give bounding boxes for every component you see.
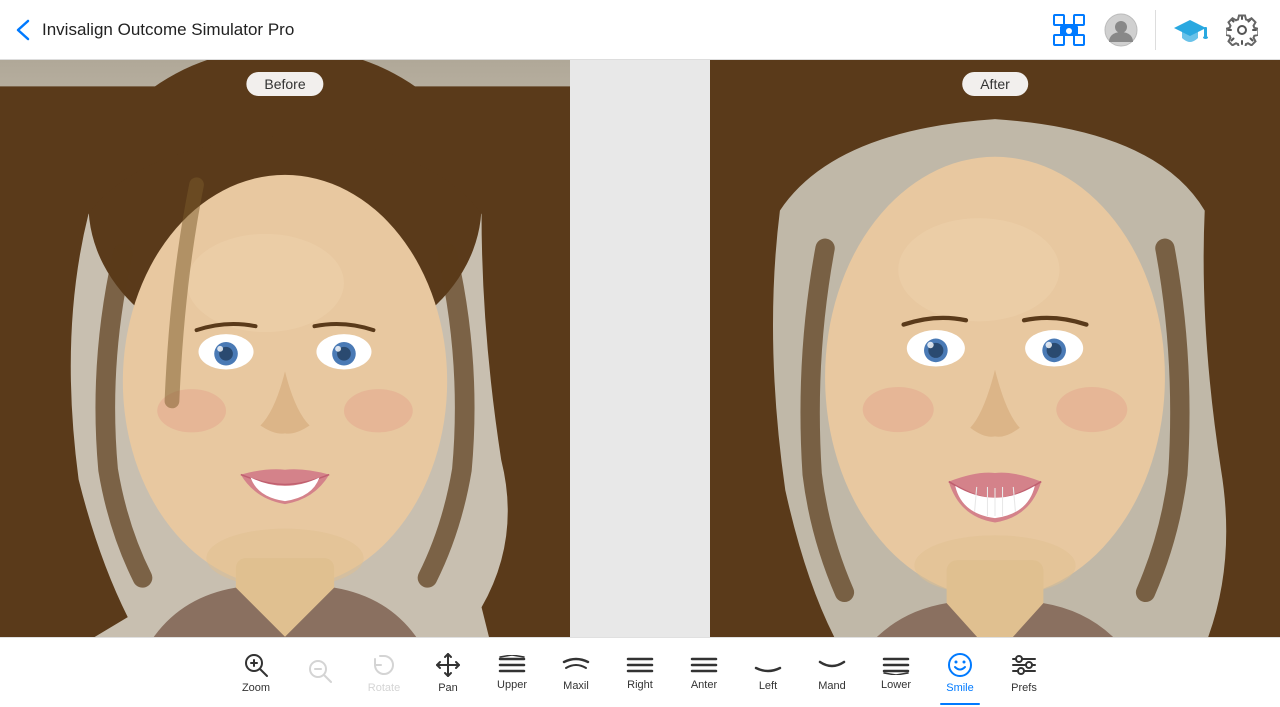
tool-right[interactable]: Right [608, 641, 672, 705]
right-icon [626, 655, 654, 675]
before-panel: Before [0, 60, 570, 637]
header-divider [1155, 10, 1156, 50]
pan-icon [435, 652, 461, 678]
zoom-plus-label: Zoom [242, 682, 270, 694]
lower-icon [882, 655, 910, 675]
rotate-icon [371, 652, 397, 678]
left-label: Left [759, 680, 777, 692]
camera-button[interactable] [1047, 8, 1091, 52]
main-content: Before [0, 60, 1280, 637]
prefs-icon [1011, 652, 1037, 678]
tool-maxil[interactable]: Maxil [544, 641, 608, 705]
tool-pan[interactable]: Pan [416, 641, 480, 705]
tool-lower[interactable]: Lower [864, 641, 928, 705]
tool-left[interactable]: Left [736, 641, 800, 705]
app-header: Invisalign Outcome Simulator Pro [0, 0, 1280, 60]
upper-icon [498, 655, 526, 675]
profile-button[interactable] [1099, 8, 1143, 52]
before-label: Before [246, 72, 323, 96]
back-button[interactable] [16, 19, 30, 41]
tool-mand[interactable]: Mand [800, 641, 864, 705]
center-gap [570, 60, 710, 637]
smile-label: Smile [946, 682, 974, 694]
tool-zoom-plus[interactable]: Zoom [224, 641, 288, 705]
smile-icon [947, 652, 973, 678]
tool-anter[interactable]: Anter [672, 641, 736, 705]
rotate-label: Rotate [368, 682, 400, 694]
left-icon [754, 654, 782, 676]
prefs-label: Prefs [1011, 682, 1037, 694]
tool-upper[interactable]: Upper [480, 641, 544, 705]
right-label: Right [627, 679, 653, 691]
mand-icon [818, 654, 846, 676]
after-panel: After [710, 60, 1280, 637]
tool-zoom-minus[interactable] [288, 641, 352, 705]
after-label: After [962, 72, 1028, 96]
app-title: Invisalign Outcome Simulator Pro [42, 20, 1035, 40]
lower-label: Lower [881, 679, 911, 691]
header-icons [1047, 8, 1264, 52]
education-button[interactable] [1168, 8, 1212, 52]
zoom-plus-icon [243, 652, 269, 678]
maxil-icon [562, 654, 590, 676]
maxil-label: Maxil [563, 680, 589, 692]
upper-label: Upper [497, 679, 527, 691]
images-area: Before [0, 60, 1280, 637]
toolbar: Zoom Rotate [0, 637, 1280, 707]
tool-rotate[interactable]: Rotate [352, 641, 416, 705]
settings-button[interactable] [1220, 8, 1264, 52]
tool-smile[interactable]: Smile [928, 641, 992, 705]
anter-label: Anter [691, 679, 717, 691]
tool-prefs[interactable]: Prefs [992, 641, 1056, 705]
pan-label: Pan [438, 682, 458, 694]
mand-label: Mand [818, 680, 846, 692]
anter-icon [690, 655, 718, 675]
zoom-minus-icon [307, 658, 333, 684]
